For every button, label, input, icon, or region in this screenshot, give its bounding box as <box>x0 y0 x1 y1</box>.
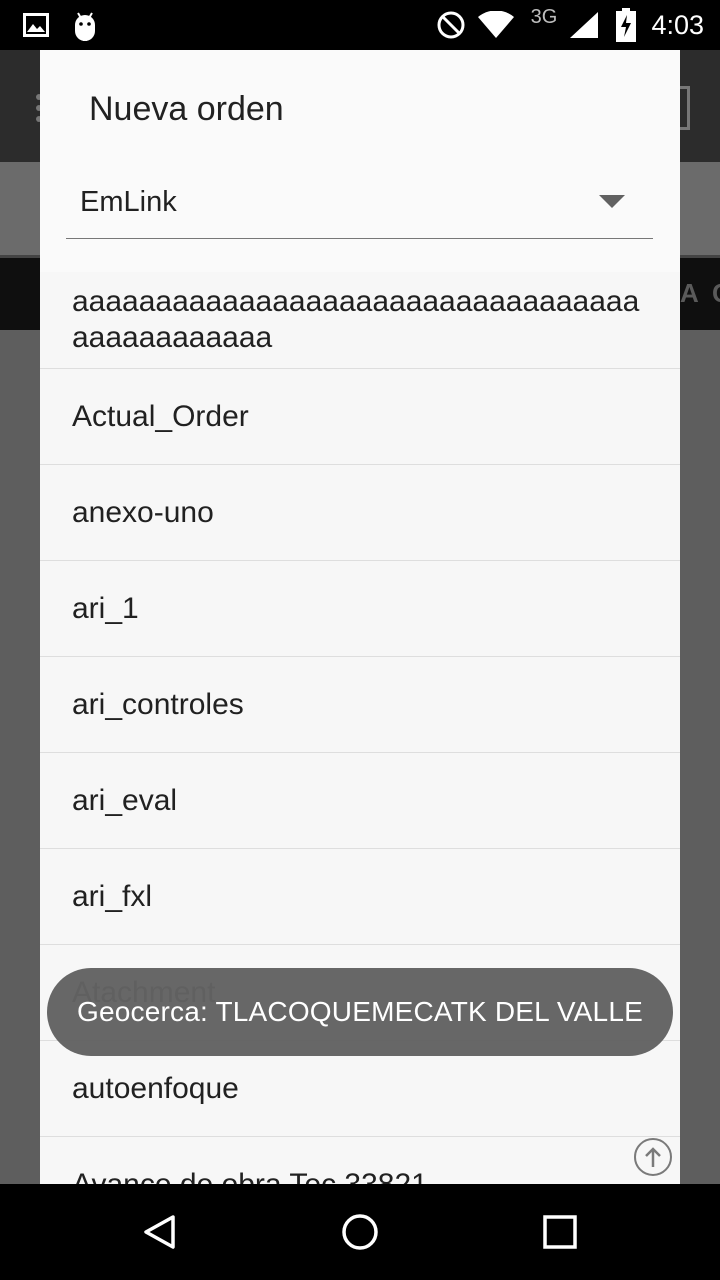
back-icon <box>144 1215 175 1249</box>
back-button[interactable] <box>112 1184 208 1280</box>
list-item[interactable]: Avance de obra Tec 33821 <box>40 1137 680 1184</box>
status-time: 4:03 <box>651 10 704 40</box>
background-tab-label-2: C <box>712 278 720 309</box>
dialog-title: Nueva orden <box>89 90 284 128</box>
app-spinner[interactable]: EmLink <box>66 168 653 239</box>
list-item[interactable]: ari_eval <box>40 753 680 849</box>
wifi-icon <box>476 0 516 50</box>
spinner-value: EmLink <box>80 186 177 218</box>
android-debug-icon <box>70 0 100 50</box>
toast-text: Geocerca: TLACOQUEMECATK DEL VALLE <box>77 996 643 1027</box>
geofence-toast: Geocerca: TLACOQUEMECATK DEL VALLE <box>47 968 673 1056</box>
home-icon <box>342 1214 378 1250</box>
list-item[interactable]: Actual_Order <box>40 369 680 465</box>
list-item-label: ari_fxl <box>72 880 153 913</box>
list-item-label: aaaaaaaaaaaaaaaaaaaaaaaaaaaaaaaaaaaaaaaa… <box>72 285 640 354</box>
image-notification-icon <box>20 0 52 50</box>
do-not-disturb-icon <box>434 0 468 50</box>
home-button[interactable] <box>312 1184 408 1280</box>
arrow-up-icon <box>645 1147 661 1167</box>
list-item-label: ari_eval <box>72 784 178 817</box>
list-item-label: anexo-uno <box>72 496 214 529</box>
navigation-bar <box>0 1184 720 1280</box>
dropdown-arrow-icon <box>599 195 625 208</box>
list-item-label: ari_controles <box>72 688 244 721</box>
list-item-label: Avance de obra Tec 33821 <box>72 1137 428 1184</box>
list-item-label: Actual_Order <box>72 400 249 433</box>
list-item[interactable]: anexo-uno <box>40 465 680 561</box>
recents-icon <box>543 1215 577 1249</box>
background-tab-label: A <box>680 278 699 308</box>
network-type: 3G <box>530 6 558 28</box>
battery-charging-icon <box>612 0 640 50</box>
recents-button[interactable] <box>512 1184 608 1280</box>
scroll-to-top-button[interactable] <box>634 1138 672 1176</box>
list-item[interactable]: aaaaaaaaaaaaaaaaaaaaaaaaaaaaaaaaaaaaaaaa… <box>40 272 680 369</box>
list-item[interactable]: ari_controles <box>40 657 680 753</box>
list-item[interactable]: ari_fxl <box>40 849 680 945</box>
list-item-label: ari_1 <box>72 592 139 625</box>
status-bar: 3G 4:03 <box>0 0 720 50</box>
list-item[interactable]: ari_1 <box>40 561 680 657</box>
cell-signal-icon <box>566 0 602 50</box>
